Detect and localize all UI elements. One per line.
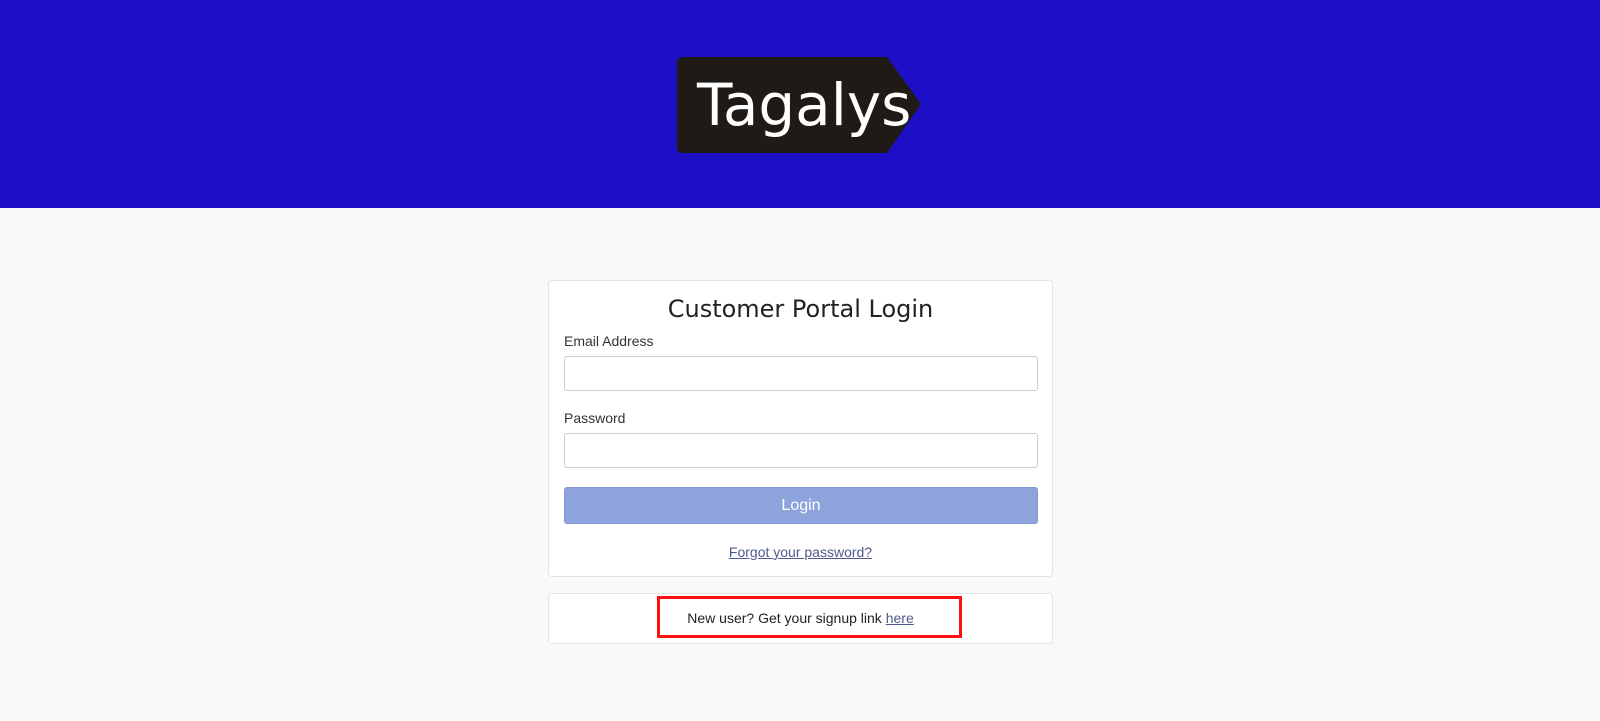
logo-wordmark: Tagalys [696, 71, 911, 139]
tagalys-logo: Tagalys [677, 57, 921, 153]
forgot-password-link[interactable]: Forgot your password? [729, 544, 872, 560]
highlight-box [657, 596, 962, 638]
page-title: Customer Portal Login [667, 295, 934, 323]
login-card: Customer Portal Login Email Address Pass… [548, 280, 1053, 577]
login-button[interactable]: Login [564, 487, 1038, 524]
forgot-password-row: Forgot your password? [549, 544, 1052, 560]
password-label: Password [564, 410, 626, 426]
password-field[interactable] [564, 433, 1038, 468]
page-header: Tagalys [0, 0, 1600, 208]
email-field[interactable] [564, 356, 1038, 391]
email-label: Email Address [564, 333, 654, 349]
